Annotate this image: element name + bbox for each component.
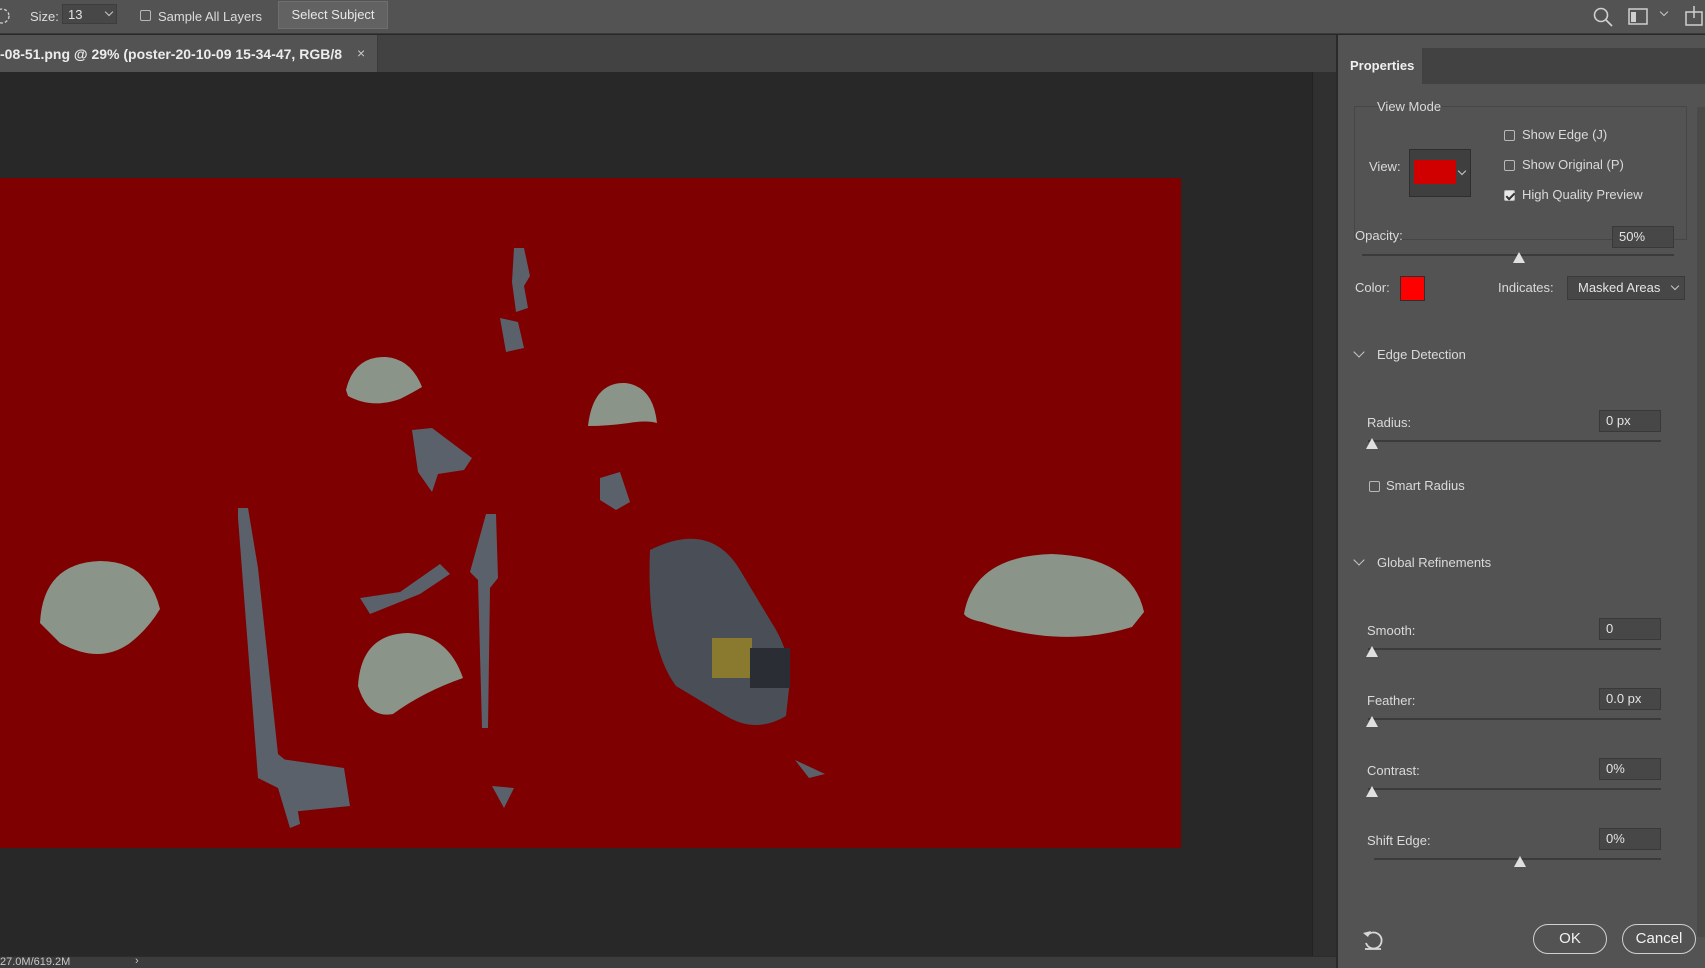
indicates-dropdown[interactable]: Masked Areas [1567,276,1685,300]
feather-input[interactable]: 0.0 px [1599,688,1661,710]
properties-panel: Properties View Mode View: Show Edge (J)… [1336,35,1705,968]
radius-value: 0 px [1606,413,1631,428]
smooth-input[interactable]: 0 [1599,618,1661,640]
opacity-input[interactable]: 50% [1612,226,1674,248]
shift-edge-input[interactable]: 0% [1599,828,1661,850]
contrast-slider-thumb[interactable] [1366,786,1378,797]
contrast-label: Contrast: [1367,763,1420,778]
tab-properties[interactable]: Properties [1338,48,1422,84]
feather-slider-thumb[interactable] [1366,716,1378,727]
status-menu-arrow[interactable]: › [135,955,139,967]
close-icon[interactable]: × [357,45,365,61]
quick-selection-tool-icon[interactable] [0,8,14,28]
document-tab-bar: -08-51.png @ 29% (poster-20-10-09 15-34-… [0,35,1336,72]
edge-detection-title[interactable]: Edge Detection [1377,347,1466,362]
show-original-checkbox[interactable] [1504,160,1515,171]
show-original-label: Show Original (P) [1522,157,1624,172]
opacity-slider-thumb[interactable] [1513,252,1525,263]
size-value: 13 [68,7,83,22]
smooth-slider-thumb[interactable] [1366,646,1378,657]
edge-detection-collapse-icon[interactable] [1353,346,1365,358]
canvas-area[interactable] [0,72,1312,956]
panel-scrollbar[interactable] [1697,107,1705,937]
canvas-vertical-scrollbar[interactable] [1312,72,1336,956]
feather-value: 0.0 px [1606,691,1642,706]
helmet-shape [40,356,1144,715]
workspace-icon[interactable] [1627,6,1649,28]
view-mode-picker[interactable] [1409,149,1471,197]
reset-icon[interactable] [1361,928,1385,952]
opacity-label: Opacity: [1355,228,1403,243]
show-edge-label: Show Edge (J) [1522,127,1608,142]
document-tab[interactable]: -08-51.png @ 29% (poster-20-10-09 15-34-… [0,35,378,72]
document-size: 27.0M/619.2M [0,956,71,968]
view-label: View: [1369,159,1401,174]
shift-edge-slider-thumb[interactable] [1514,856,1526,867]
smooth-value: 0 [1606,621,1614,636]
global-refinements-collapse-icon[interactable] [1353,554,1365,566]
feather-label: Feather: [1367,693,1416,708]
smooth-slider-track[interactable] [1368,648,1661,650]
select-subject-button[interactable]: Select Subject [278,1,388,29]
sample-all-layers-label: Sample All Layers [158,9,263,24]
global-refinements-title[interactable]: Global Refinements [1377,555,1491,570]
smart-radius-label: Smart Radius [1386,478,1465,493]
high-quality-preview-label: High Quality Preview [1522,187,1643,202]
feather-slider-track[interactable] [1368,718,1661,720]
contrast-slider-track[interactable] [1368,788,1661,790]
share-icon[interactable] [1684,4,1705,28]
contrast-value: 0% [1606,761,1625,776]
masked-image-content [40,248,1144,828]
overlay-color-swatch[interactable] [1400,276,1425,301]
panel-tab-bar: Properties [1338,48,1705,84]
sample-all-layers-checkbox[interactable] [140,10,151,21]
view-mode-thumbnail [1414,160,1456,184]
radius-slider-thumb[interactable] [1366,438,1378,449]
options-bar: Size: 13 Sample All Layers Select Subjec… [0,0,1705,34]
high-quality-preview-checkbox[interactable] [1504,190,1515,201]
jetpack-shape [649,538,790,725]
document-tab-title: -08-51.png @ 29% (poster-20-10-09 15-34-… [0,46,343,62]
color-label: Color: [1355,280,1390,295]
radius-input[interactable]: 0 px [1599,410,1661,432]
tab-properties-label: Properties [1350,58,1415,73]
shift-edge-value: 0% [1606,831,1625,846]
cancel-button[interactable]: Cancel [1622,924,1696,954]
view-mode-group [1354,106,1687,240]
rifle-shape [238,248,825,828]
shift-edge-label: Shift Edge: [1367,833,1431,848]
chevron-down-icon[interactable] [104,7,114,17]
smart-radius-checkbox[interactable] [1369,481,1380,492]
size-input[interactable]: 13 [62,4,117,24]
chevron-down-icon [1457,166,1467,176]
smooth-label: Smooth: [1367,623,1416,638]
search-icon[interactable] [1592,6,1614,28]
status-bar: 27.0M/619.2M › [0,955,1336,968]
opacity-value: 50% [1619,229,1646,244]
document-image [0,178,1181,848]
view-mode-title: View Mode [1377,99,1442,114]
workspace-dropdown-icon[interactable] [1659,7,1669,17]
contrast-input[interactable]: 0% [1599,758,1661,780]
show-edge-checkbox[interactable] [1504,130,1515,141]
radius-slider-track[interactable] [1368,440,1661,442]
size-label: Size: [30,9,59,24]
indicates-label: Indicates: [1498,280,1554,295]
radius-label: Radius: [1367,415,1412,430]
ok-button[interactable]: OK [1533,924,1607,954]
indicates-value: Masked Areas [1578,280,1661,295]
chevron-down-icon [1670,281,1680,291]
